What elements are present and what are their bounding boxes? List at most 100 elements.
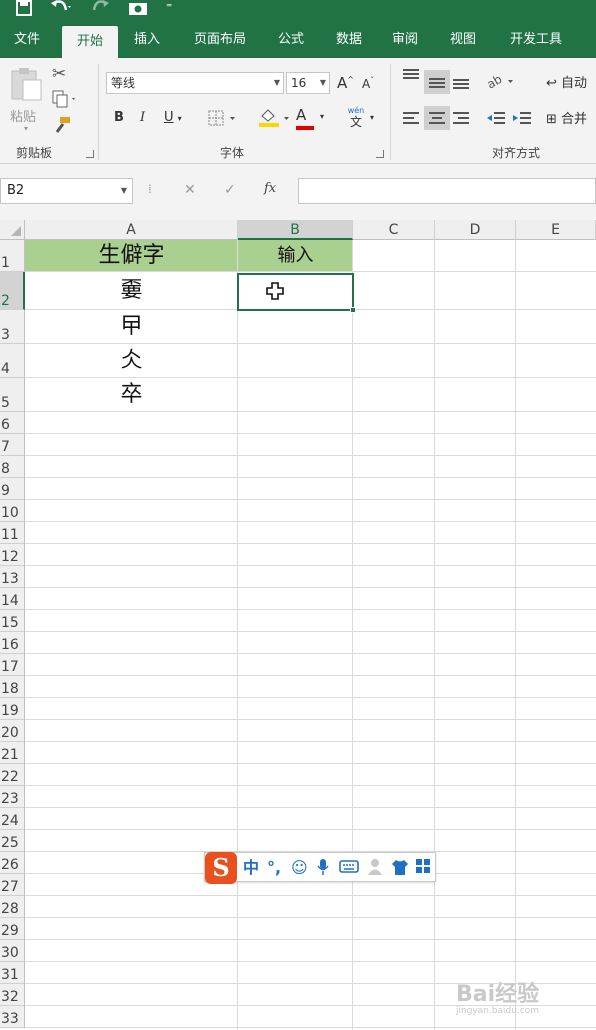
- tab-data[interactable]: 数据: [324, 24, 374, 58]
- align-bottom-icon[interactable]: [452, 74, 470, 94]
- align-right-icon[interactable]: [452, 110, 470, 130]
- row-header-2[interactable]: 2: [0, 272, 25, 310]
- row-header-18[interactable]: 18: [0, 676, 25, 698]
- row-header-14[interactable]: 14: [0, 588, 25, 610]
- merge-center-button[interactable]: ⊞ 合并: [546, 108, 587, 127]
- row-header-28[interactable]: 28: [0, 896, 25, 918]
- wrap-text-button[interactable]: ↩ 自动: [546, 72, 587, 91]
- column-header-c[interactable]: C: [353, 220, 435, 240]
- copy-icon[interactable]: [52, 90, 78, 112]
- column-header-b[interactable]: B: [238, 220, 353, 240]
- name-box[interactable]: B2 ▼: [0, 178, 133, 204]
- increase-indent-icon[interactable]: [512, 110, 532, 130]
- row-header-9[interactable]: 9: [0, 478, 25, 500]
- row-header-30[interactable]: 30: [0, 940, 25, 962]
- row-header-32[interactable]: 32: [0, 984, 25, 1006]
- tab-view[interactable]: 视图: [438, 24, 488, 58]
- row-header-31[interactable]: 31: [0, 962, 25, 984]
- camera-icon[interactable]: [128, 0, 148, 18]
- row-header-27[interactable]: 27: [0, 874, 25, 896]
- bold-button[interactable]: B: [114, 110, 124, 125]
- ime-punct-toggle[interactable]: °,: [267, 858, 281, 878]
- underline-button[interactable]: U ▾: [164, 110, 182, 125]
- row-header-6[interactable]: 6: [0, 412, 25, 434]
- select-all-button[interactable]: [0, 220, 25, 240]
- column-header-a[interactable]: A: [25, 220, 238, 240]
- align-top-icon[interactable]: [402, 68, 420, 88]
- row-header-8[interactable]: 8: [0, 456, 25, 478]
- decrease-indent-icon[interactable]: [486, 110, 506, 130]
- shrink-font-button[interactable]: Aˇ: [362, 76, 374, 91]
- row-header-5[interactable]: 5: [0, 378, 25, 412]
- row-header-26[interactable]: 26: [0, 852, 25, 874]
- row-header-23[interactable]: 23: [0, 786, 25, 808]
- align-middle-icon[interactable]: [424, 70, 450, 94]
- keyboard-icon[interactable]: [339, 858, 359, 879]
- tab-overflow[interactable]: [582, 24, 596, 58]
- paste-button[interactable]: 粘贴 ▾: [6, 66, 46, 136]
- italic-button[interactable]: I: [140, 110, 145, 125]
- chevron-down-icon[interactable]: ▾: [370, 113, 374, 122]
- tab-review[interactable]: 审阅: [380, 24, 430, 58]
- tshirt-icon[interactable]: [391, 858, 409, 881]
- borders-button[interactable]: [208, 110, 238, 130]
- row-header-21[interactable]: 21: [0, 742, 25, 764]
- fill-handle[interactable]: [350, 307, 356, 313]
- fill-color-button[interactable]: [258, 106, 292, 132]
- save-icon[interactable]: [16, 0, 32, 18]
- customize-qat-icon[interactable]: ⁼: [166, 0, 172, 18]
- row-header-15[interactable]: 15: [0, 610, 25, 632]
- formula-input[interactable]: [298, 178, 596, 204]
- enter-icon[interactable]: ✓: [224, 182, 236, 198]
- cell-a3[interactable]: 曱: [25, 310, 238, 344]
- ime-toolbar[interactable]: S 中 °, ☺: [204, 852, 436, 884]
- grid-icon[interactable]: [415, 858, 431, 879]
- row-header-20[interactable]: 20: [0, 720, 25, 742]
- format-painter-icon[interactable]: [54, 116, 72, 138]
- redo-icon[interactable]: [90, 0, 112, 18]
- undo-icon[interactable]: [50, 0, 72, 18]
- font-launcher-icon[interactable]: [376, 150, 384, 158]
- font-color-button[interactable]: A ▾: [296, 106, 324, 130]
- align-center-icon[interactable]: [424, 106, 450, 130]
- row-header-22[interactable]: 22: [0, 764, 25, 786]
- clipboard-launcher-icon[interactable]: [86, 150, 94, 158]
- align-left-icon[interactable]: [402, 110, 420, 130]
- phonetic-button[interactable]: wén 文: [344, 106, 368, 129]
- tab-formulas[interactable]: 公式: [266, 24, 316, 58]
- row-header-13[interactable]: 13: [0, 566, 25, 588]
- cut-icon[interactable]: ✂: [52, 64, 66, 84]
- tab-page-layout[interactable]: 页面布局: [180, 24, 260, 58]
- row-header-4[interactable]: 4: [0, 344, 25, 378]
- microphone-icon[interactable]: [317, 858, 329, 881]
- row-header-12[interactable]: 12: [0, 544, 25, 566]
- orientation-icon[interactable]: ab: [484, 72, 518, 94]
- cell-a5[interactable]: 卒: [25, 378, 238, 412]
- row-header-10[interactable]: 10: [0, 500, 25, 522]
- user-icon[interactable]: [367, 858, 383, 881]
- grow-font-button[interactable]: A^: [337, 74, 354, 92]
- row-header-19[interactable]: 19: [0, 698, 25, 720]
- worksheet-grid[interactable]: A B C D E 1 2 3 4 5 6 7 8 9 10 11 12 13 14 15 16 17 18 19 20 21 22…: [0, 220, 596, 1030]
- column-header-e[interactable]: E: [516, 220, 596, 240]
- insert-function-button[interactable]: fx: [264, 181, 276, 196]
- ime-mode-toggle[interactable]: 中: [243, 858, 259, 878]
- smiley-icon[interactable]: ☺: [291, 858, 308, 878]
- column-header-d[interactable]: D: [435, 220, 516, 240]
- tab-developer[interactable]: 开发工具: [496, 24, 576, 58]
- tab-file[interactable]: 文件: [2, 24, 52, 58]
- row-header-3[interactable]: 3: [0, 310, 25, 344]
- row-header-17[interactable]: 17: [0, 654, 25, 676]
- row-header-1[interactable]: 1: [0, 240, 25, 272]
- cell-a2[interactable]: 嫑: [25, 272, 238, 310]
- row-header-11[interactable]: 11: [0, 522, 25, 544]
- row-header-7[interactable]: 7: [0, 434, 25, 456]
- cell-a1[interactable]: 生僻字: [25, 240, 238, 272]
- row-header-25[interactable]: 25: [0, 830, 25, 852]
- row-header-24[interactable]: 24: [0, 808, 25, 830]
- cell-b1[interactable]: 输入: [238, 240, 353, 272]
- sogou-logo-icon[interactable]: S: [205, 852, 237, 884]
- active-cell-b2[interactable]: [237, 273, 356, 313]
- row-header-33[interactable]: 33: [0, 1006, 25, 1028]
- tab-insert[interactable]: 插入: [122, 24, 172, 58]
